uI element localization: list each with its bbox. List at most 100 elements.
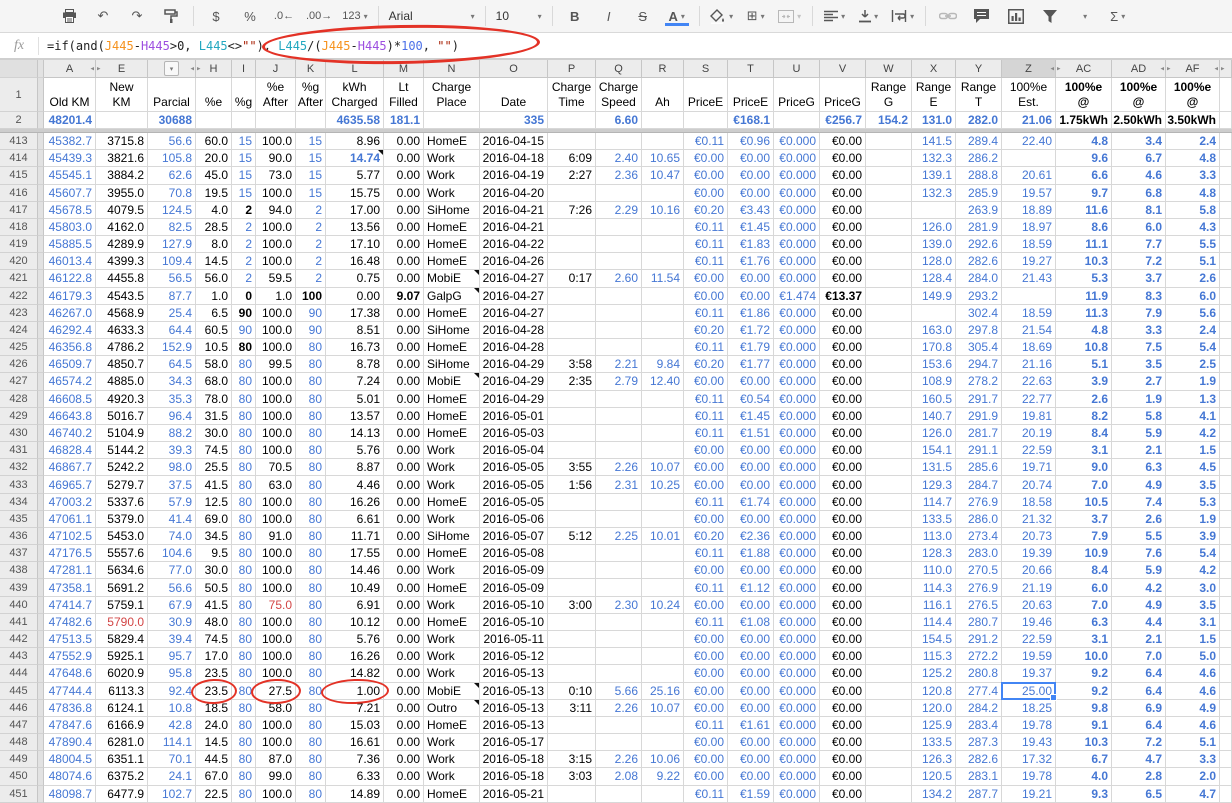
cell-V417[interactable]: €0.00 <box>820 202 866 219</box>
cell-AD419[interactable]: 7.7 <box>1112 236 1166 253</box>
cell-U426[interactable]: €0.000 <box>774 356 820 373</box>
cell-L418[interactable]: 13.56 <box>326 219 384 236</box>
cell-A445[interactable]: 47744.4 <box>44 683 96 700</box>
column-header-X[interactable]: X <box>912 60 956 78</box>
font-size-select[interactable]: 10▾ <box>492 4 546 28</box>
cell-K426[interactable]: 80 <box>296 356 326 373</box>
cell-U427[interactable]: €0.000 <box>774 373 820 390</box>
cell-E435[interactable]: 5379.0 <box>96 511 148 528</box>
cell-M437[interactable]: 0.00 <box>384 545 424 562</box>
cell-L427[interactable]: 7.24 <box>326 373 384 390</box>
cell-V434[interactable]: €0.00 <box>820 494 866 511</box>
cell-F433[interactable]: 37.5 <box>148 476 196 493</box>
cell-V423[interactable]: €0.00 <box>820 305 866 322</box>
cell-J437[interactable]: 100.0 <box>256 545 296 562</box>
cell-K434[interactable]: 80 <box>296 494 326 511</box>
cell-Q427[interactable]: 2.79 <box>596 373 642 390</box>
cell-Y442[interactable]: 291.2 <box>956 631 1002 648</box>
cell-V421[interactable]: €0.00 <box>820 270 866 287</box>
cell-U422[interactable]: €1.474 <box>774 288 820 305</box>
cell-U444[interactable]: €0.000 <box>774 665 820 682</box>
cell-A423[interactable]: 46267.0 <box>44 305 96 322</box>
cell-X443[interactable]: 115.3 <box>912 648 956 665</box>
cell-P414[interactable]: 6:09 <box>548 150 596 167</box>
cell-AD426[interactable]: 3.5 <box>1112 356 1166 373</box>
cell-O430[interactable]: 2016-05-03 <box>480 425 548 442</box>
cell-E418[interactable]: 4162.0 <box>96 219 148 236</box>
cell-Y421[interactable]: 284.0 <box>956 270 1002 287</box>
cell-W437[interactable] <box>866 545 912 562</box>
cell-I451[interactable]: 80 <box>232 786 256 803</box>
cell-U416[interactable]: €0.000 <box>774 185 820 202</box>
cell-N422[interactable]: GalpG <box>424 288 480 305</box>
cell-U442[interactable]: €0.000 <box>774 631 820 648</box>
cell-E431[interactable]: 5144.2 <box>96 442 148 459</box>
cell-K435[interactable]: 80 <box>296 511 326 528</box>
cell-M447[interactable]: 0.00 <box>384 717 424 734</box>
cell-H417[interactable]: 4.0 <box>196 202 232 219</box>
cell-AD423[interactable]: 7.9 <box>1112 305 1166 322</box>
cell-O416[interactable]: 2016-04-20 <box>480 185 548 202</box>
cell-M423[interactable]: 0.00 <box>384 305 424 322</box>
cell-F450[interactable]: 24.1 <box>148 768 196 785</box>
cell-R417[interactable]: 10.16 <box>642 202 684 219</box>
cell-A451[interactable]: 48098.7 <box>44 786 96 803</box>
row-header-1[interactable]: 1 <box>0 78 38 112</box>
row-header-444[interactable]: 444 <box>0 665 38 682</box>
cell-K433[interactable]: 80 <box>296 476 326 493</box>
cell-AC437[interactable]: 10.9 <box>1056 545 1112 562</box>
cell-L443[interactable]: 16.26 <box>326 648 384 665</box>
cell-S436[interactable]: €0.20 <box>684 528 728 545</box>
column-header-R[interactable]: R <box>642 60 684 78</box>
cell-Y430[interactable]: 281.7 <box>956 425 1002 442</box>
cell-N419[interactable]: HomeE <box>424 236 480 253</box>
cell-O441[interactable]: 2016-05-10 <box>480 614 548 631</box>
cell-T446[interactable]: €0.00 <box>728 700 774 717</box>
cell-T450[interactable]: €0.00 <box>728 768 774 785</box>
cell-M429[interactable]: 0.00 <box>384 408 424 425</box>
cell-Y2[interactable]: 282.0 <box>956 112 1002 129</box>
cell-Q2[interactable]: 6.60 <box>596 112 642 129</box>
cell-J427[interactable]: 100.0 <box>256 373 296 390</box>
cell-O443[interactable]: 2016-05-12 <box>480 648 548 665</box>
field-header-P[interactable]: Charge Time <box>548 78 596 112</box>
cell-V414[interactable]: €0.00 <box>820 150 866 167</box>
cell-R421[interactable]: 11.54 <box>642 270 684 287</box>
cell-I438[interactable]: 80 <box>232 562 256 579</box>
cell-Z428[interactable]: 22.77 <box>1002 391 1056 408</box>
row-header-422[interactable]: 422 <box>0 288 38 305</box>
cell-S425[interactable]: €0.11 <box>684 339 728 356</box>
cell-Y436[interactable]: 273.4 <box>956 528 1002 545</box>
cell-M424[interactable]: 0.00 <box>384 322 424 339</box>
cell-Q442[interactable] <box>596 631 642 648</box>
cell-X416[interactable]: 132.3 <box>912 185 956 202</box>
cell-O449[interactable]: 2016-05-18 <box>480 751 548 768</box>
cell-U430[interactable]: €0.000 <box>774 425 820 442</box>
cell-AD450[interactable]: 2.8 <box>1112 768 1166 785</box>
cell-AD421[interactable]: 3.7 <box>1112 270 1166 287</box>
cell-N2[interactable] <box>424 112 480 129</box>
cell-Y425[interactable]: 305.4 <box>956 339 1002 356</box>
cell-Z421[interactable]: 21.43 <box>1002 270 1056 287</box>
cell-M415[interactable]: 0.00 <box>384 167 424 184</box>
cell-V443[interactable]: €0.00 <box>820 648 866 665</box>
cell-R2[interactable] <box>642 112 684 129</box>
cell-X424[interactable]: 163.0 <box>912 322 956 339</box>
cell-O446[interactable]: 2016-05-13 <box>480 700 548 717</box>
cell-J441[interactable]: 100.0 <box>256 614 296 631</box>
cell-K422[interactable]: 100 <box>296 288 326 305</box>
cell-N449[interactable]: Work <box>424 751 480 768</box>
column-header-I[interactable]: I <box>232 60 256 78</box>
field-header-L[interactable]: kWh Charged <box>326 78 384 112</box>
cell-I442[interactable]: 80 <box>232 631 256 648</box>
cell-W451[interactable] <box>866 786 912 803</box>
cell-AD447[interactable]: 6.4 <box>1112 717 1166 734</box>
filter-button[interactable] <box>1034 4 1066 28</box>
cell-Y415[interactable]: 288.8 <box>956 167 1002 184</box>
cell-J413[interactable]: 100.0 <box>256 133 296 150</box>
row-header-425[interactable]: 425 <box>0 339 38 356</box>
cell-M435[interactable]: 0.00 <box>384 511 424 528</box>
cell-A430[interactable]: 46740.2 <box>44 425 96 442</box>
cell-Y429[interactable]: 291.9 <box>956 408 1002 425</box>
cell-AC420[interactable]: 10.3 <box>1056 253 1112 270</box>
